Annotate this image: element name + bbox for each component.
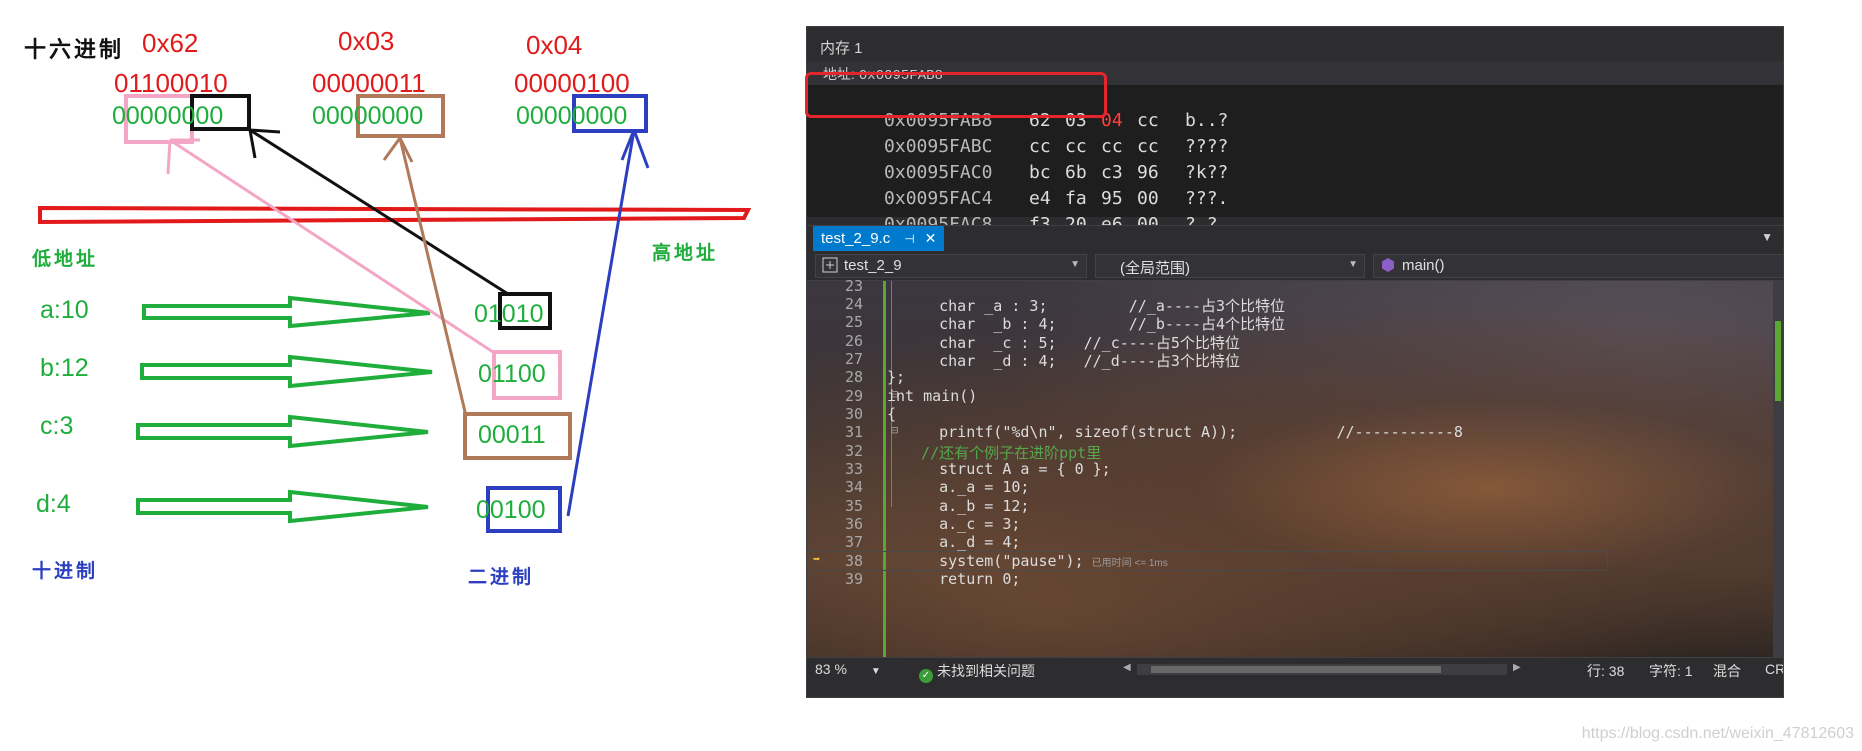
code-line: 31 ⊟ printf("%d\n", sizeof(struct A)); //…: [844, 423, 1463, 441]
field-arrows: [136, 295, 433, 524]
code-line: 26 char _c : 5; //_c----占5个比特位: [844, 332, 1240, 352]
label-hex: 十六进制: [24, 37, 125, 63]
code-line: 35 a._b = 12;: [844, 497, 1030, 515]
code-line: 24 char _a : 3; //_a----占3个比特位: [844, 295, 1286, 315]
byte-0-bits: 00000000: [112, 102, 224, 130]
close-icon[interactable]: ✕: [925, 230, 937, 246]
field-label-c: c:3: [40, 412, 74, 440]
tab-test-2-9[interactable]: test_2_9.c ⊣ ✕: [813, 226, 945, 252]
code-line: 27 char _d : 4; //_d----占3个比特位: [844, 350, 1240, 370]
code-line: 36 a._c = 3;: [844, 515, 1021, 533]
label-low-address: 低地址: [32, 248, 99, 270]
editor-statusbar: 83 %▼ ✓未找到相关问题 ◀ ▶ 行: 38 字符: 1 混合 CRLF: [807, 657, 1783, 683]
black-arrow: [248, 128, 509, 296]
function-dropdown[interactable]: main(): [1373, 254, 1783, 278]
code-line: 37 a._d = 4;: [844, 533, 1021, 551]
collapse-icon[interactable]: ⊟: [891, 423, 898, 437]
watermark: https://blog.csdn.net/weixin_47812603: [1581, 725, 1854, 742]
tab-overflow-icon[interactable]: ▼: [1761, 230, 1773, 244]
binary-byte-1: 00000011: [312, 68, 426, 98]
memory-row: 0x0095FAC0 bc 6b c3 96 ?k??: [884, 162, 1229, 183]
project-dropdown[interactable]: test_2_9 ▼: [815, 254, 1087, 278]
code-editor[interactable]: 23 24 char _a : 3; //_a----占3个比特位 25 cha…: [807, 277, 1783, 657]
code-line: 39 return 0;: [844, 570, 1021, 588]
project-icon: [822, 257, 838, 273]
field-binary-b: 01100: [478, 360, 546, 388]
memory-row: 0x0095FABC cc cc cc cc????: [884, 136, 1229, 157]
horizontal-scrollbar[interactable]: [1137, 664, 1507, 675]
binary-byte-2: 00000100: [514, 68, 630, 98]
pin-icon[interactable]: ⊣: [904, 232, 914, 246]
check-icon: ✓: [919, 669, 933, 683]
label-binary: 二进制: [468, 566, 535, 588]
field-binary-c: 00011: [478, 421, 546, 449]
line-ending-indicator[interactable]: CRLF: [1765, 661, 1783, 677]
function-icon: [1382, 258, 1394, 272]
column-indicator[interactable]: 字符: 1: [1649, 661, 1693, 681]
zoom-dropdown[interactable]: 83 % ▼: [815, 661, 881, 677]
ide-window: 内存 1 地址: 0x0095FAB8 0x0095FAB8 62 03 04 cc b..…: [806, 26, 1784, 698]
perf-tip[interactable]: 已用时间 <= 1ms: [1092, 558, 1168, 569]
code-line: 25 char _b : 4; //_b----占4个比特位: [844, 313, 1286, 333]
line-indicator[interactable]: 行: 38: [1587, 661, 1624, 681]
instruction-pointer-icon: ➡: [813, 552, 821, 566]
label-high-address: 高地址: [652, 242, 719, 264]
current-code-line: ➡ 38 system("pause"); 已用时间 <= 1ms: [807, 551, 1608, 571]
hex-value-2: 0x04: [526, 30, 583, 60]
label-decimal: 十进制: [32, 560, 99, 582]
field-label-d: d:4: [36, 490, 71, 518]
code-line: 32 //还有个例子在进阶ppt里: [844, 442, 1102, 462]
document-tabbar: test_2_9.c ⊣ ✕ ▼: [807, 225, 1783, 252]
code-line: 30{: [844, 405, 897, 423]
annotation-canvas: 十六进制 0x62 0x03 0x04 01100010 00000011 00…: [0, 0, 800, 751]
memory-row: 0x0095FAC8f320e600? ?.: [819, 193, 1228, 235]
binary-byte-0: 01100010: [114, 68, 228, 98]
vertical-scrollbar[interactable]: [1773, 281, 1783, 657]
field-label-b: b:12: [40, 354, 89, 382]
scope-dropdown[interactable]: (全局范围) ▼: [1095, 254, 1365, 278]
mode-indicator[interactable]: 混合: [1713, 661, 1741, 681]
hex-value-0: 0x62: [142, 28, 199, 58]
code-line: 23: [844, 277, 863, 295]
code-line: 34 a._a = 10;: [844, 478, 1030, 496]
byte-2-bits: 00000000: [516, 102, 628, 130]
issues-indicator[interactable]: ✓ 未找到相关问题: [919, 661, 1035, 683]
memory-row: 0x0095FAC4 e4 fa 95 00???.: [884, 188, 1229, 209]
memory-window-title: 内存 1: [807, 27, 1783, 61]
scroll-left-icon[interactable]: ◀: [1123, 662, 1131, 673]
chevron-down-icon: ▼: [1070, 259, 1080, 270]
code-line: 33 struct A a = { 0 };: [844, 460, 1111, 478]
hex-value-1: 0x03: [338, 26, 395, 56]
code-line: 28};: [844, 368, 906, 386]
field-binary-a: 01010: [474, 300, 544, 328]
field-binary-d: 00100: [476, 496, 546, 524]
code-line: 29 ⊟ int main(): [844, 387, 978, 405]
blue-arrow: [566, 129, 650, 517]
byte-1-bits: 00000000: [312, 102, 424, 130]
scroll-right-icon[interactable]: ▶: [1513, 662, 1521, 673]
field-label-a: a:10: [40, 296, 89, 324]
chevron-down-icon: ▼: [1348, 259, 1358, 270]
memory-highlight-box: [805, 72, 1107, 118]
